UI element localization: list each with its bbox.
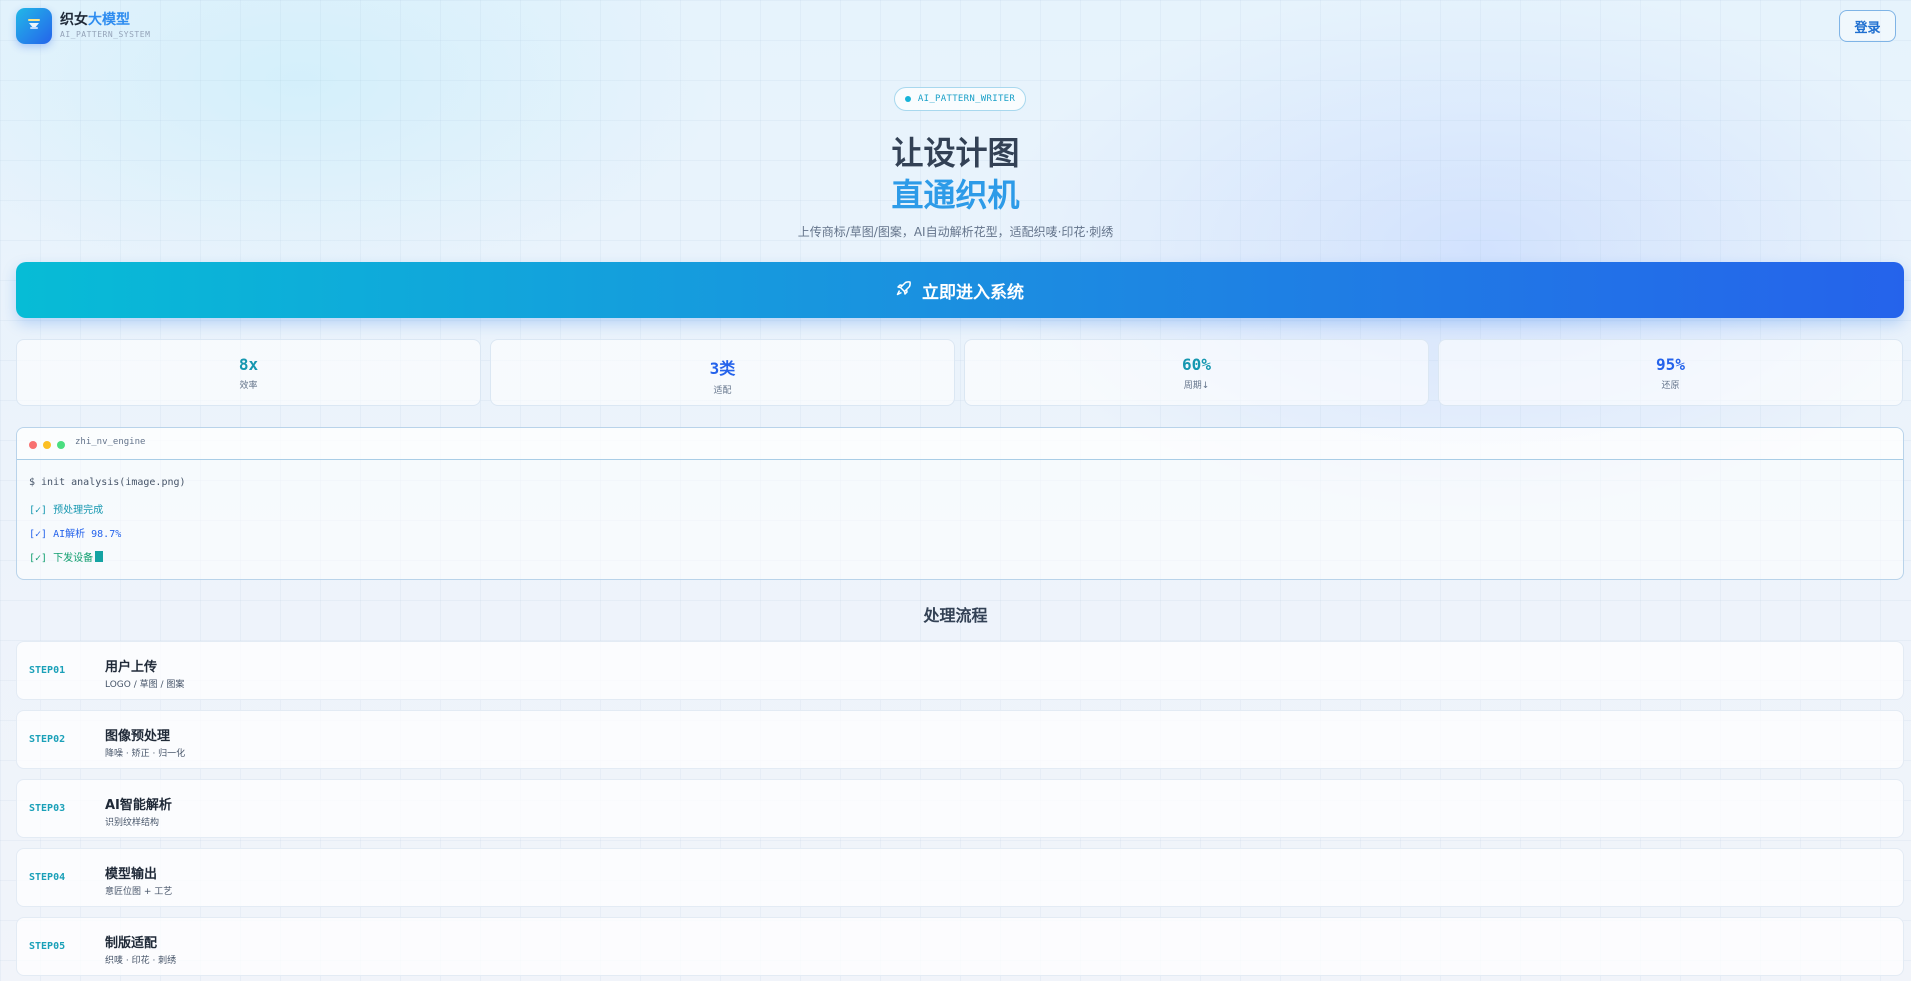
hero-title-line1: 让设计图 <box>891 134 1020 172</box>
stat-label: 效率 <box>239 381 258 391</box>
stat-card-restore: 95% 还原 <box>1438 339 1903 406</box>
hero-title-line2: 直通织机 <box>891 176 1020 214</box>
stat-value: 60% <box>1182 355 1211 374</box>
status-dot-icon <box>904 96 911 102</box>
login-button[interactable]: 登录 <box>1839 10 1896 42</box>
stat-label: 适配 <box>713 386 732 396</box>
step-number: STEP03 <box>29 803 66 814</box>
terminal-line-last: [✓] 下发设备 <box>29 549 104 564</box>
step-desc: 降噪 · 矫正 · 归一化 <box>105 749 186 759</box>
step-title: 模型输出 <box>105 867 158 882</box>
terminal-line: [✓] 预处理完成 <box>29 505 104 516</box>
cursor-icon <box>95 551 104 562</box>
step-title: 用户上传 <box>105 660 158 675</box>
maximize-dot-icon <box>57 441 65 449</box>
loom-shuttle-icon <box>24 14 44 38</box>
process-step[interactable]: STEP03 AI智能解析 识别纹样结构 <box>16 779 1904 838</box>
stat-value: 3类 <box>709 359 736 378</box>
minimize-dot-icon <box>43 441 51 449</box>
terminal-titlebar: zhi_nv_engine <box>17 428 1903 460</box>
terminal-title: zhi_nv_engine <box>75 437 146 447</box>
terminal-line: $ init analysis(image.png) <box>29 477 186 488</box>
stat-label: 周期↓ <box>1183 381 1210 391</box>
step-number: STEP05 <box>29 941 66 952</box>
stat-value: 8x <box>238 355 259 374</box>
rocket-icon <box>896 280 912 301</box>
step-title: 制版适配 <box>105 936 158 951</box>
brand-name: 织女大模型 <box>60 12 130 28</box>
hero-subtitle: 上传商标/草图/图案，AI自动解析花型，适配织唛·印花·刺绣 <box>797 225 1114 239</box>
step-desc: 识别纹样结构 <box>105 818 160 828</box>
terminal-line-text: [✓] 下发设备 <box>29 553 94 564</box>
process-title: 处理流程 <box>923 606 988 625</box>
step-number: STEP04 <box>29 872 66 883</box>
step-desc: LOGO / 草图 / 图案 <box>105 680 185 690</box>
close-dot-icon <box>29 441 37 449</box>
stat-label: 还原 <box>1661 381 1680 391</box>
process-step[interactable]: STEP02 图像预处理 降噪 · 矫正 · 归一化 <box>16 710 1904 769</box>
step-desc: 织唛 · 印花 · 刺绣 <box>105 956 177 966</box>
step-title: 图像预处理 <box>105 729 171 744</box>
cta-label: 立即进入系统 <box>922 282 1024 303</box>
process-step[interactable]: STEP01 用户上传 LOGO / 草图 / 图案 <box>16 641 1904 700</box>
step-number: STEP02 <box>29 734 66 745</box>
step-desc: 意匠位图 + 工艺 <box>105 887 173 897</box>
badge-label: AI_PATTERN_WRITER <box>917 94 1016 104</box>
process-step[interactable]: STEP04 模型输出 意匠位图 + 工艺 <box>16 848 1904 907</box>
process-step[interactable]: STEP05 制版适配 织唛 · 印花 · 刺绣 <box>16 917 1904 976</box>
step-number: STEP01 <box>29 665 66 676</box>
stat-card-efficiency: 8x 效率 <box>16 339 481 406</box>
enter-system-button[interactable]: 立即进入系统 <box>16 262 1904 318</box>
top-header: 织女大模型 AI_PATTERN_SYSTEM 登录 <box>16 8 1904 48</box>
stat-card-cycle: 60% 周期↓ <box>964 339 1429 406</box>
brand-subtitle: AI_PATTERN_SYSTEM <box>60 30 151 39</box>
step-title: AI智能解析 <box>105 798 172 813</box>
brand-logo[interactable] <box>16 8 52 44</box>
hero-badge: AI_PATTERN_WRITER <box>894 87 1026 111</box>
terminal-panel: zhi_nv_engine $ init analysis(image.png)… <box>16 427 1904 580</box>
stat-card-adapt: 3类 适配 <box>490 339 955 406</box>
stat-value: 95% <box>1656 355 1685 374</box>
terminal-line: [✓] AI解析 98.7% <box>29 529 122 540</box>
